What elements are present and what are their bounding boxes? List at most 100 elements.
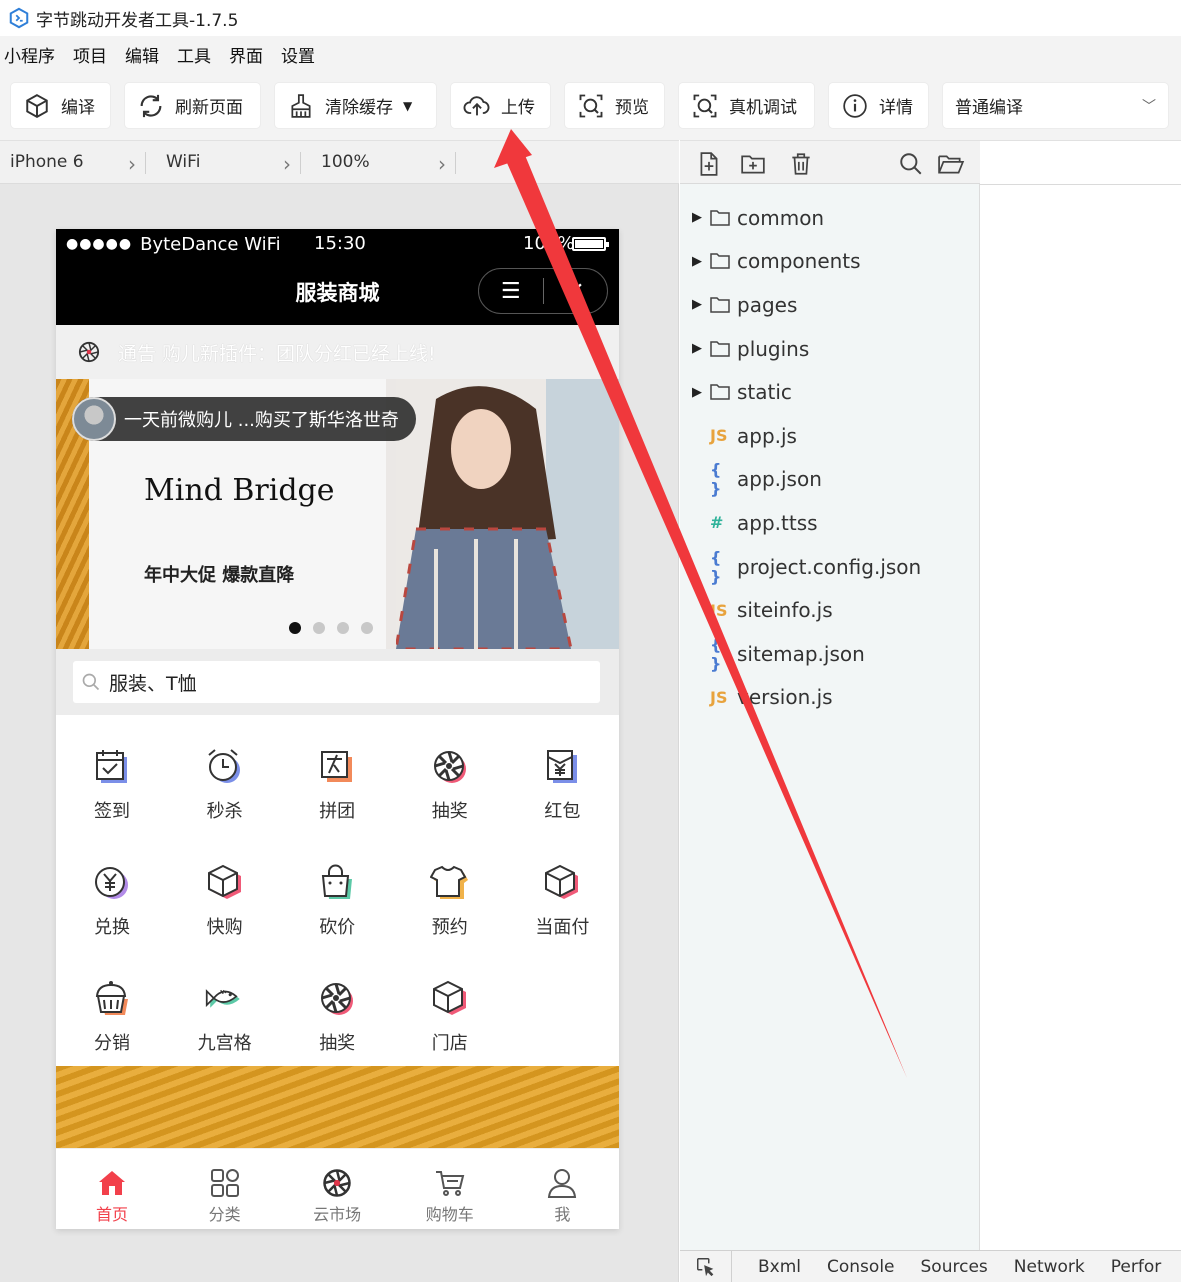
tab-network[interactable]: Network (1014, 1257, 1085, 1277)
tab-item[interactable]: 云市场 (281, 1149, 393, 1229)
menu-item-settings[interactable]: 设置 (281, 42, 315, 67)
tree-folder[interactable]: ▶ components (680, 240, 980, 284)
grid-item-label: 分销 (94, 1033, 130, 1054)
tree-file[interactable]: # app.ttss (680, 501, 980, 545)
grid-item-label: 快购 (206, 917, 243, 938)
preview-scan-icon (577, 92, 605, 120)
grid-item[interactable]: 砍价 (281, 831, 393, 941)
upload-button[interactable]: 上传 (451, 83, 550, 128)
window-title: 字节跳动开发者工具-1.7.5 (36, 10, 239, 31)
tab-item[interactable]: 我 (506, 1149, 618, 1229)
tab-item[interactable]: 首页 (56, 1149, 168, 1229)
notice-text: 通告 购儿新插件：团队分红已经上线! (118, 342, 436, 365)
purchase-toast: 一天前微购儿 ...购买了斯华洛世奇 (72, 397, 416, 441)
menu-item-project[interactable]: 项目 (73, 42, 107, 67)
compile-mode-select[interactable]: 普通编译 ﹀ (943, 83, 1168, 128)
tree-file[interactable]: JS siteinfo.js (680, 588, 980, 632)
details-button[interactable]: 详情 (829, 83, 928, 128)
preview-button[interactable]: 预览 (565, 83, 664, 128)
menu-item-miniprogram[interactable]: 小程序 (4, 42, 55, 67)
grid-item-label: 拼团 (319, 801, 356, 822)
battery-percent: 100% (523, 233, 575, 254)
lottery-wheel-icon (430, 747, 470, 787)
menu-item-edit[interactable]: 编辑 (125, 42, 159, 67)
clear-cache-button[interactable]: 清除缓存 ▼ (275, 83, 436, 128)
tree-file[interactable]: JS app.js (680, 414, 980, 458)
tree-folder[interactable]: ▶ pages (680, 283, 980, 327)
tab-label: 首页 (95, 1205, 128, 1224)
device-name: iPhone 6 (10, 152, 84, 172)
grid-item[interactable]: 预约 (394, 831, 506, 941)
fish-icon (205, 979, 245, 1019)
tree-file[interactable]: { } project.config.json (680, 545, 980, 589)
banner-carousel[interactable]: Mind Bridge 年中大促 爆款直降 一天前微购儿 ...购买了斯华洛世奇 (56, 379, 619, 649)
tree-file[interactable]: { } app.json (680, 458, 980, 502)
tab-sources[interactable]: Sources (921, 1257, 988, 1277)
preview-label: 预览 (615, 98, 649, 118)
search-area: 服装、T恤 (56, 649, 619, 715)
close-icon[interactable]: ✕ (544, 269, 608, 313)
avatar (72, 397, 116, 441)
new-file-icon[interactable] (696, 151, 722, 177)
grid-item[interactable]: 红包 (506, 715, 618, 825)
caret-right-icon: ▶ (692, 297, 702, 313)
box-icon (542, 863, 582, 903)
grid-item[interactable]: 分销 (56, 947, 168, 1057)
grid-item[interactable]: 快购 (169, 831, 281, 941)
menu-item-tools[interactable]: 工具 (177, 42, 211, 67)
carousel-dot[interactable] (289, 622, 301, 634)
carousel-dot[interactable] (313, 622, 325, 634)
caret-right-icon: ▶ (692, 210, 702, 226)
device-select[interactable]: iPhone 6 › (0, 141, 146, 183)
carousel-dot[interactable] (337, 622, 349, 634)
trash-icon[interactable] (788, 151, 814, 177)
inspect-element-icon[interactable] (680, 1251, 732, 1282)
tab-item[interactable]: 分类 (169, 1149, 281, 1229)
new-folder-icon[interactable] (740, 151, 766, 177)
grid-item[interactable]: 九宫格 (169, 947, 281, 1057)
network-select[interactable]: WiFi › (146, 141, 301, 183)
banner-brand: Mind Bridge (144, 473, 335, 508)
chevron-down-icon: ﹀ (1142, 98, 1156, 115)
tab-performance[interactable]: Perfor (1111, 1257, 1161, 1277)
grid-item[interactable]: 拼团 (281, 715, 393, 825)
grid-item-label: 九宫格 (197, 1033, 252, 1054)
tab-bxml[interactable]: Bxml (758, 1257, 801, 1277)
grid-item[interactable]: 签到 (56, 715, 168, 825)
device-debug-button[interactable]: 真机调试 (679, 83, 814, 128)
menu-icon[interactable]: ☰ (479, 269, 543, 313)
tree-file[interactable]: { } sitemap.json (680, 632, 980, 676)
grid-item-label: 兑换 (94, 917, 130, 938)
search-input[interactable]: 服装、T恤 (73, 661, 600, 703)
grid-item-label: 签到 (94, 801, 130, 822)
tree-folder[interactable]: ▶ static (680, 370, 980, 414)
carousel-dot[interactable] (361, 622, 373, 634)
tree-folder[interactable]: ▶ common (680, 196, 980, 240)
refresh-page-button[interactable]: 刷新页面 (125, 83, 260, 128)
search-icon[interactable] (898, 151, 924, 177)
open-folder-icon[interactable] (936, 151, 966, 177)
divider (455, 152, 456, 174)
compile-button[interactable]: 编译 (11, 83, 110, 128)
tab-console[interactable]: Console (827, 1257, 895, 1277)
grid-item[interactable]: 秒杀 (169, 715, 281, 825)
tab-item[interactable]: 购物车 (394, 1149, 506, 1229)
grid-item[interactable]: 门店 (394, 947, 506, 1057)
folder-icon (710, 209, 732, 227)
bottom-banner-image[interactable] (56, 1066, 619, 1148)
notice-bar[interactable]: 通告 购儿新插件：团队分红已经上线! › (56, 325, 619, 379)
grid-item[interactable]: 抽奖 (394, 715, 506, 825)
banner-model-image (396, 379, 619, 649)
tree-file[interactable]: JS version.js (680, 676, 980, 720)
zoom-select[interactable]: 100% › (301, 141, 456, 183)
grid-item[interactable]: 兑换 (56, 831, 168, 941)
alarm-clock-icon (205, 747, 245, 787)
menu-bar: 小程序 项目 编辑 工具 界面 设置 (0, 36, 1181, 72)
bag-icon (317, 863, 357, 903)
grid-item[interactable]: 抽奖 (281, 947, 393, 1057)
upload-label: 上传 (501, 98, 535, 118)
menu-item-interface[interactable]: 界面 (229, 42, 263, 67)
tree-folder[interactable]: ▶ plugins (680, 327, 980, 371)
js-file-icon: JS (710, 687, 728, 707)
grid-item[interactable]: 当面付 (506, 831, 618, 941)
